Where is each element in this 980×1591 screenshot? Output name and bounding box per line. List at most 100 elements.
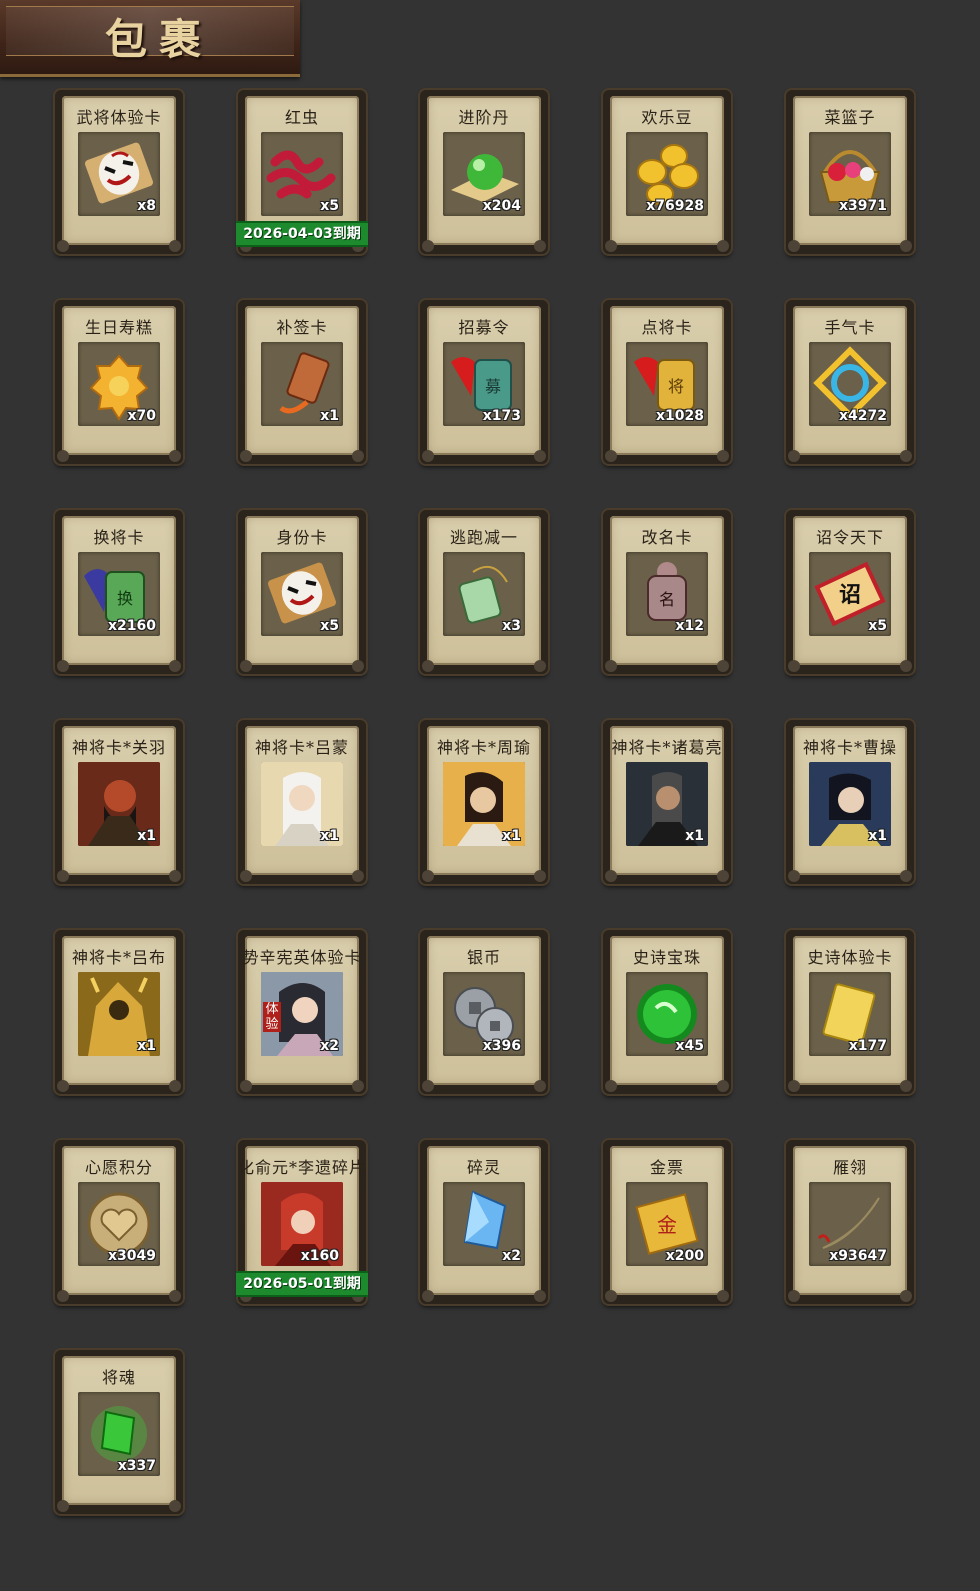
item-icon-slot: x1: [443, 762, 525, 846]
card-corner: [788, 660, 800, 672]
expiry-banner: 2026-05-01到期: [236, 1271, 368, 1297]
item-count: x70: [127, 408, 156, 424]
inventory-item-card[interactable]: 身份卡 x5: [238, 510, 366, 674]
svg-text:募: 募: [485, 377, 501, 396]
item-name: 神将卡*周瑜: [436, 738, 531, 757]
card-corner: [352, 660, 364, 672]
card-corner: [900, 450, 912, 462]
item-icon-slot: x1: [809, 762, 891, 846]
card-corner: [788, 1080, 800, 1092]
item-name: 补签卡: [276, 318, 328, 337]
item-name: 神将卡*吕蒙: [254, 738, 349, 757]
item-count: x1: [685, 828, 704, 844]
inventory-item-card[interactable]: 神将卡*周瑜 x1: [420, 720, 548, 884]
item-name: 化俞元*李遗碎片: [238, 1158, 366, 1177]
card-corner: [352, 1080, 364, 1092]
item-icon-slot: x5: [261, 552, 343, 636]
item-name: 将魂: [101, 1368, 136, 1387]
item-count: x3971: [839, 198, 887, 214]
inventory-item-card[interactable]: 雁翎 x93647: [786, 1140, 914, 1304]
item-count: x1: [320, 828, 339, 844]
item-count: x2160: [108, 618, 156, 634]
card-corner: [788, 240, 800, 252]
item-icon-slot: x3049: [78, 1182, 160, 1266]
inventory-item-card[interactable]: 点将卡将 x1028: [603, 300, 731, 464]
item-name: 心愿积分: [84, 1158, 153, 1177]
card-corner: [534, 1290, 546, 1302]
inventory-item-card[interactable]: 化俞元*李遗碎片 x160 2026-05-01到期: [236, 1140, 368, 1304]
card-corner: [422, 870, 434, 882]
card-corner: [169, 660, 181, 672]
item-name: 生日寿糕: [84, 318, 153, 337]
inventory-item-card[interactable]: 碎灵 x2: [420, 1140, 548, 1304]
card-corner: [900, 870, 912, 882]
inventory-item-card[interactable]: 进阶丹 x204: [420, 90, 548, 254]
item-name: 金票: [649, 1158, 684, 1177]
card-corner: [717, 1080, 729, 1092]
inventory-item-card[interactable]: 心愿积分 x3049: [55, 1140, 183, 1304]
item-icon-slot: x76928: [626, 132, 708, 216]
inventory-item-card[interactable]: 逃跑减一 x3: [420, 510, 548, 674]
inventory-item-card[interactable]: 红虫 x5 2026-04-03到期: [236, 90, 368, 254]
inventory-item-card[interactable]: 欢乐豆 x76928: [603, 90, 731, 254]
item-name: 史诗宝珠: [632, 948, 701, 967]
item-name: 招募令: [458, 318, 510, 337]
card-corner: [169, 1290, 181, 1302]
item-count: x337: [117, 1458, 156, 1474]
item-count: x12: [675, 618, 704, 634]
inventory-item-card[interactable]: 史诗宝珠 x45: [603, 930, 731, 1094]
card-corner: [57, 870, 69, 882]
inventory-item-card[interactable]: 神将卡*曹操 x1: [786, 720, 914, 884]
inventory-item-card[interactable]: 神将卡*吕布 x1: [55, 930, 183, 1094]
inventory-item-card[interactable]: 诏令天下诏 x5: [786, 510, 914, 674]
item-count: x173: [482, 408, 521, 424]
card-corner: [717, 870, 729, 882]
inventory-item-card[interactable]: 神将卡*诸葛亮 x1: [603, 720, 731, 884]
inventory-item-card[interactable]: 史诗体验卡 x177: [786, 930, 914, 1094]
card-corner: [422, 1080, 434, 1092]
card-corner: [57, 660, 69, 672]
inventory-item-card[interactable]: 改名卡名 x12: [603, 510, 731, 674]
card-corner: [717, 240, 729, 252]
item-icon-slot: x93647: [809, 1182, 891, 1266]
item-count: x204: [482, 198, 521, 214]
item-name: 神将卡*曹操: [802, 738, 897, 757]
card-corner: [169, 450, 181, 462]
inventory-item-card[interactable]: 招募令募 x173: [420, 300, 548, 464]
card-corner: [534, 660, 546, 672]
card-corner: [240, 660, 252, 672]
inventory-item-card[interactable]: 补签卡 x1: [238, 300, 366, 464]
inventory-item-card[interactable]: 神将卡*吕蒙 x1: [238, 720, 366, 884]
card-corner: [605, 450, 617, 462]
inventory-item-card[interactable]: 换将卡换 x2160: [55, 510, 183, 674]
card-corner: [605, 240, 617, 252]
inventory-item-card[interactable]: 武将体验卡 x8: [55, 90, 183, 254]
card-corner: [900, 1080, 912, 1092]
card-corner: [605, 870, 617, 882]
item-name: 欢乐豆: [641, 108, 693, 127]
card-corner: [169, 1500, 181, 1512]
item-count: x5: [320, 618, 339, 634]
item-icon-slot: x204: [443, 132, 525, 216]
inventory-item-card[interactable]: 神将卡*关羽 x1: [55, 720, 183, 884]
inventory-item-card[interactable]: 金票金 x200: [603, 1140, 731, 1304]
trial-badge: 体验: [263, 1002, 281, 1032]
inventory-item-card[interactable]: 势辛宪英体验卡 体验 x2: [238, 930, 366, 1094]
item-icon-slot: x1: [626, 762, 708, 846]
inventory-item-card[interactable]: 将魂 x337: [55, 1350, 183, 1514]
item-icon-slot: x160: [261, 1182, 343, 1266]
item-name: 神将卡*吕布: [71, 948, 166, 967]
item-icon-slot: x337: [78, 1392, 160, 1476]
card-corner: [900, 240, 912, 252]
item-count: x1: [502, 828, 521, 844]
inventory-item-card[interactable]: 菜篮子 x3971: [786, 90, 914, 254]
inventory-item-card[interactable]: 银币 x396: [420, 930, 548, 1094]
inventory-item-card[interactable]: 手气卡 x4272: [786, 300, 914, 464]
card-corner: [352, 870, 364, 882]
card-corner: [352, 450, 364, 462]
card-corner: [57, 1290, 69, 1302]
item-name: 雁翎: [832, 1158, 867, 1177]
card-corner: [240, 450, 252, 462]
inventory-item-card[interactable]: 生日寿糕 x70: [55, 300, 183, 464]
item-icon-slot: x70: [78, 342, 160, 426]
